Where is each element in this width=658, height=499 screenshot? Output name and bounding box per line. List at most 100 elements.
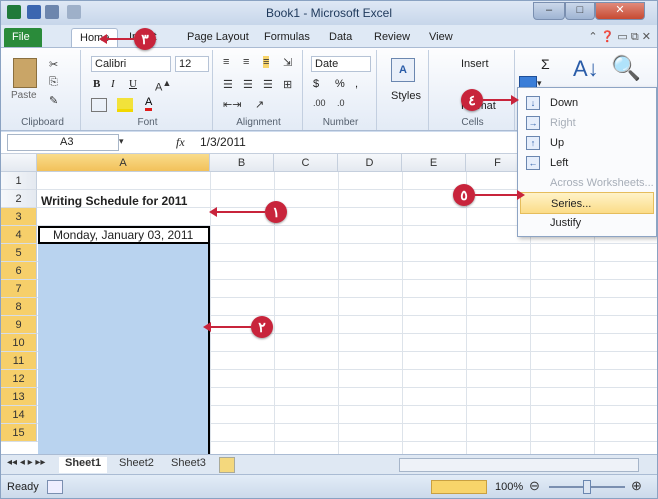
column-gridline <box>402 172 403 454</box>
align-top-icon[interactable]: ≡ <box>223 56 229 68</box>
fill-menu-item-label: Left <box>550 157 569 169</box>
row-header-13[interactable]: 13 <box>1 388 37 406</box>
fill-menu-item-up[interactable]: ↑ Up <box>520 132 654 154</box>
paste-icon[interactable] <box>13 58 37 88</box>
row-header-14[interactable]: 14 <box>1 406 37 424</box>
sort-filter-icon[interactable]: A↓ <box>573 56 599 82</box>
fill-menu-item-across-worksheets[interactable]: Across Worksheets... <box>520 172 654 194</box>
align-center-icon[interactable]: ☰ <box>243 78 253 91</box>
tab-formulas[interactable]: Formulas <box>256 28 318 47</box>
name-box[interactable]: A3 <box>7 134 119 151</box>
find-select-icon[interactable]: 🔍 <box>611 54 641 83</box>
row-header-3[interactable]: 3 <box>1 208 37 226</box>
borders-icon[interactable] <box>91 98 107 112</box>
callout-5-arrow <box>475 194 517 196</box>
percent-button[interactable]: % <box>335 78 345 90</box>
cell-a2[interactable]: Writing Schedule for 2011 <box>41 194 187 208</box>
cell-a3[interactable]: Monday, January 03, 2011 <box>53 228 193 242</box>
callout-4-arrow <box>483 99 511 101</box>
column-header-d[interactable]: D <box>338 154 402 172</box>
macro-record-icon[interactable] <box>47 480 63 494</box>
align-left-icon[interactable]: ☰ <box>223 78 233 91</box>
close-button[interactable]: ✕ <box>595 2 645 20</box>
status-bar: Ready 100% ⊖ ⊕ <box>1 474 657 498</box>
row-header-12[interactable]: 12 <box>1 370 37 388</box>
number-format-box[interactable]: Date <box>311 56 371 72</box>
fill-menu-item-label: Justify <box>550 217 582 229</box>
underline-button[interactable]: U <box>129 78 137 90</box>
font-color-icon[interactable]: A <box>145 96 153 111</box>
merge-icon[interactable]: ⊞ <box>283 78 292 91</box>
indent-icon[interactable]: ⇤⇥ <box>223 98 241 111</box>
insert-function-icon[interactable]: fx <box>176 135 185 150</box>
autosum-button[interactable]: Σ <box>541 56 550 72</box>
name-box-dropdown-icon[interactable]: ▾ <box>119 136 124 147</box>
row-header-11[interactable]: 11 <box>1 352 37 370</box>
selected-range[interactable] <box>38 226 210 454</box>
column-header-a[interactable]: A <box>37 154 210 172</box>
horizontal-scrollbar[interactable] <box>399 458 639 472</box>
row-header-1[interactable]: 1 <box>1 172 37 190</box>
copy-icon[interactable]: ⎘ <box>49 76 58 89</box>
font-size-box[interactable]: 12 <box>175 56 209 72</box>
fill-menu-item-justify[interactable]: Justify <box>520 212 654 234</box>
row-header-4[interactable]: 4 <box>1 226 37 244</box>
orientation-icon[interactable]: ↗ <box>255 98 264 111</box>
font-name-box[interactable]: Calibri <box>91 56 171 72</box>
styles-icon[interactable]: A <box>391 58 415 82</box>
row-header-8[interactable]: 8 <box>1 298 37 316</box>
zoom-out-icon[interactable]: ⊖ <box>529 478 540 494</box>
zoom-in-icon[interactable]: ⊕ <box>631 478 642 494</box>
sheet-nav-buttons[interactable]: ◂◂ ◂ ▸ ▸▸ <box>7 457 45 473</box>
align-right-icon[interactable]: ☰ <box>263 78 273 91</box>
fill-menu-item-series[interactable]: Series... <box>520 192 654 214</box>
row-header-2[interactable]: 2 <box>1 190 37 208</box>
column-header-c[interactable]: C <box>274 154 338 172</box>
row-header-10[interactable]: 10 <box>1 334 37 352</box>
sheet-tab-2[interactable]: Sheet2 <box>113 457 160 473</box>
sheet-tab-1[interactable]: Sheet1 <box>59 457 108 473</box>
tab-view[interactable]: View <box>421 28 461 47</box>
italic-button[interactable]: I <box>111 78 115 90</box>
tab-data[interactable]: Data <box>321 28 360 47</box>
comma-button[interactable]: , <box>355 78 358 90</box>
select-all-corner[interactable] <box>1 154 37 172</box>
fill-menu-item-left[interactable]: ← Left <box>520 152 654 174</box>
zoom-slider-thumb[interactable] <box>583 480 591 494</box>
row-header-15[interactable]: 15 <box>1 424 37 442</box>
fill-menu-item-right[interactable]: → Right <box>520 112 654 134</box>
fill-color-icon[interactable] <box>117 98 133 112</box>
cut-icon[interactable]: ✂ <box>49 58 58 71</box>
align-bottom-icon[interactable]: ≡ <box>263 56 270 68</box>
styles-label[interactable]: Styles <box>391 90 421 102</box>
maximize-button[interactable]: □ <box>565 2 595 20</box>
currency-button[interactable]: $ <box>313 78 319 90</box>
wrap-text-icon[interactable]: ⇲ <box>283 56 292 69</box>
font-grow-icon[interactable]: A▲ <box>155 78 171 94</box>
row-header-6[interactable]: 6 <box>1 262 37 280</box>
row-header-5[interactable]: 5 <box>1 244 37 262</box>
insert-sheet-icon[interactable] <box>219 457 235 473</box>
fill-down-icon: ↓ <box>526 96 540 110</box>
paste-label[interactable]: Paste <box>11 90 37 101</box>
decrease-decimal-icon[interactable]: .0 <box>337 98 345 108</box>
format-painter-icon[interactable]: ✎ <box>49 94 58 107</box>
column-header-b[interactable]: B <box>210 154 274 172</box>
align-middle-icon[interactable]: ≡ <box>243 56 249 68</box>
help-icons[interactable]: ⌃ ❓ ▭ ⧉ ✕ <box>588 30 651 44</box>
view-buttons[interactable] <box>431 480 487 494</box>
row-header-7[interactable]: 7 <box>1 280 37 298</box>
insert-cells-button[interactable]: Insert <box>461 58 489 70</box>
fill-menu-item-down[interactable]: ↓ Down <box>520 92 654 114</box>
increase-decimal-icon[interactable]: .00 <box>313 98 326 108</box>
row-header-9[interactable]: 9 <box>1 316 37 334</box>
minimize-button[interactable]: – <box>533 2 565 20</box>
tab-review[interactable]: Review <box>366 28 418 47</box>
column-header-e[interactable]: E <box>402 154 466 172</box>
bold-button[interactable]: B <box>93 78 100 90</box>
formula-input[interactable]: 1/3/2011 <box>200 135 246 149</box>
tab-file[interactable]: File <box>4 28 42 47</box>
sheet-tab-3[interactable]: Sheet3 <box>165 457 212 473</box>
callout-3-arrow <box>105 38 134 40</box>
tab-page-layout[interactable]: Page Layout <box>179 28 257 47</box>
